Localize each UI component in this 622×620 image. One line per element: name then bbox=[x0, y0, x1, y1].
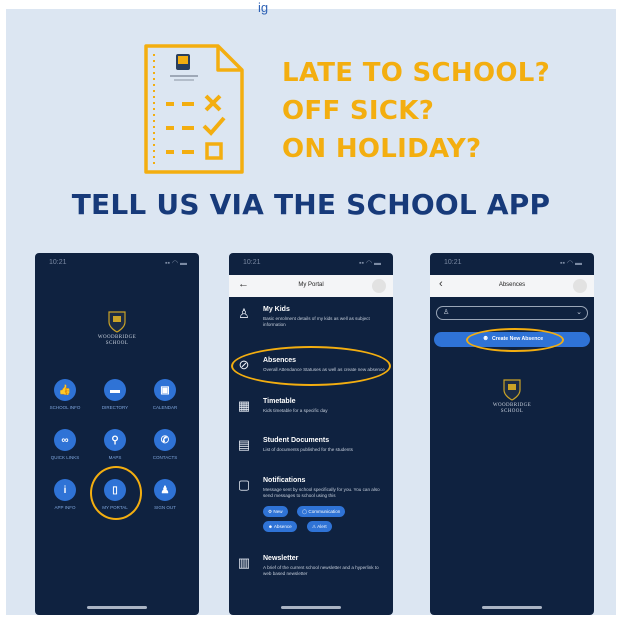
highlight-ring-my-portal bbox=[90, 466, 142, 520]
headline-line-3: ON HOLIDAY? bbox=[282, 134, 482, 164]
calendar-button[interactable]: ▣ bbox=[154, 379, 176, 401]
menu-title-my-kids[interactable]: My Kids bbox=[263, 306, 290, 313]
timetable-icon: ▦ bbox=[237, 398, 251, 413]
menu-desc-timetable: Kids timetable for a specific day bbox=[263, 408, 328, 413]
status-icons: ▪▪ ◠ ▬ bbox=[560, 260, 582, 267]
phone-icon: ✆ bbox=[160, 434, 170, 446]
document-icon: ▤ bbox=[237, 437, 251, 452]
contacts-button[interactable]: ✆ bbox=[154, 429, 176, 451]
pill-communication[interactable]: ◯ Communication bbox=[297, 506, 346, 517]
headline-line-2: OFF SICK? bbox=[282, 96, 435, 126]
avatar[interactable] bbox=[372, 279, 386, 293]
app-info-button[interactable]: i bbox=[54, 479, 76, 501]
home-indicator bbox=[482, 606, 542, 609]
checklist-icon bbox=[144, 44, 244, 174]
status-icons: ▪▪ ◠ ▬ bbox=[165, 260, 187, 267]
menu-title-notifications[interactable]: Notifications bbox=[263, 477, 305, 484]
school-name: WOODBRIDGE SCHOOL bbox=[492, 403, 532, 414]
home-indicator bbox=[87, 606, 147, 609]
map-pin-icon: ⚲ bbox=[111, 434, 119, 446]
directory-button[interactable]: ▬ bbox=[104, 379, 126, 401]
calendar-icon: ▣ bbox=[160, 384, 170, 396]
school-crest-icon bbox=[503, 379, 521, 401]
nav-header: ← My Portal bbox=[229, 275, 393, 297]
phone-absences-screen: 10:21 ▪▪ ◠ ▬ ‹ Absences ♙ ⌄ ☻ Create New… bbox=[430, 253, 594, 615]
chevron-down-icon: ⌄ bbox=[576, 309, 582, 316]
top-cut-text: ig bbox=[258, 0, 269, 15]
school-name: WOODBRIDGE SCHOOL bbox=[97, 335, 137, 346]
headline-line-1: LATE TO SCHOOL? bbox=[282, 58, 551, 88]
highlight-ring-create-absence bbox=[466, 328, 564, 352]
status-icons: ▪▪ ◠ ▬ bbox=[359, 260, 381, 267]
folder-icon: ▬ bbox=[110, 384, 120, 396]
link-icon: ∞ bbox=[61, 434, 69, 446]
page-title: My Portal bbox=[298, 282, 324, 288]
phone-my-portal-screen: 10:21 ▪▪ ◠ ▬ ← My Portal ♙ My Kids Basic… bbox=[229, 253, 393, 615]
student-icon: ♙ bbox=[238, 306, 250, 321]
menu-title-newsletter[interactable]: Newsletter bbox=[263, 555, 298, 562]
student-select[interactable]: ♙ ⌄ bbox=[436, 306, 588, 320]
menu-desc-notifications: Message sent by school specifically for … bbox=[263, 487, 380, 498]
maps-label: MAPS bbox=[108, 455, 122, 460]
nav-header: ‹ Absences bbox=[430, 275, 594, 297]
school-info-label: SCHOOL INFO bbox=[49, 405, 81, 410]
pill-new[interactable]: ⚙ New bbox=[263, 506, 288, 517]
menu-desc-my-kids: Basic enrolment details of my kids as we… bbox=[263, 316, 370, 327]
home-indicator bbox=[281, 606, 341, 609]
directory-label: DIRECTORY bbox=[101, 405, 129, 410]
info-icon: i bbox=[63, 484, 67, 496]
highlight-ring-absences bbox=[231, 346, 391, 386]
pill-alert[interactable]: ⚠ Alert bbox=[307, 521, 332, 532]
person-icon: ♙ bbox=[443, 309, 450, 316]
calendar-label: CALENDAR bbox=[152, 405, 178, 410]
pill-absence[interactable]: ☻ Absence bbox=[263, 521, 297, 532]
school-crest-icon bbox=[108, 311, 126, 333]
school-info-button[interactable]: 👍 bbox=[54, 379, 76, 401]
menu-desc-student-documents: List of documents published for the stud… bbox=[263, 447, 353, 452]
status-time: 10:21 bbox=[243, 259, 261, 266]
menu-title-student-documents[interactable]: Student Documents bbox=[263, 437, 329, 444]
sign-out-label: SIGN OUT bbox=[154, 505, 176, 510]
quick-links-button[interactable]: ∞ bbox=[54, 429, 76, 451]
maps-button[interactable]: ⚲ bbox=[104, 429, 126, 451]
thumbs-up-icon: 👍 bbox=[58, 384, 72, 396]
users-icon: ♟ bbox=[160, 484, 170, 496]
banner-text: TELL US VIA THE SCHOOL APP bbox=[71, 188, 551, 221]
avatar[interactable] bbox=[573, 279, 587, 293]
contacts-label: CONTACTS bbox=[152, 455, 178, 460]
status-time: 10:21 bbox=[49, 259, 67, 266]
newsletter-icon: ▥ bbox=[237, 555, 251, 570]
app-info-label: APP INFO bbox=[54, 505, 76, 510]
menu-desc-newsletter: A brief of the current school newsletter… bbox=[263, 565, 379, 576]
menu-title-timetable[interactable]: Timetable bbox=[263, 398, 296, 405]
page-title: Absences bbox=[498, 282, 526, 288]
phone-home-screen: 10:21 ▪▪ ◠ ▬ WOODBRIDGE SCHOOL 👍 SCHOOL … bbox=[35, 253, 199, 615]
quick-links-label: QUICK LINKS bbox=[50, 455, 80, 460]
sign-out-button[interactable]: ♟ bbox=[154, 479, 176, 501]
status-time: 10:21 bbox=[444, 259, 462, 266]
notification-icon: ▢ bbox=[237, 477, 251, 492]
